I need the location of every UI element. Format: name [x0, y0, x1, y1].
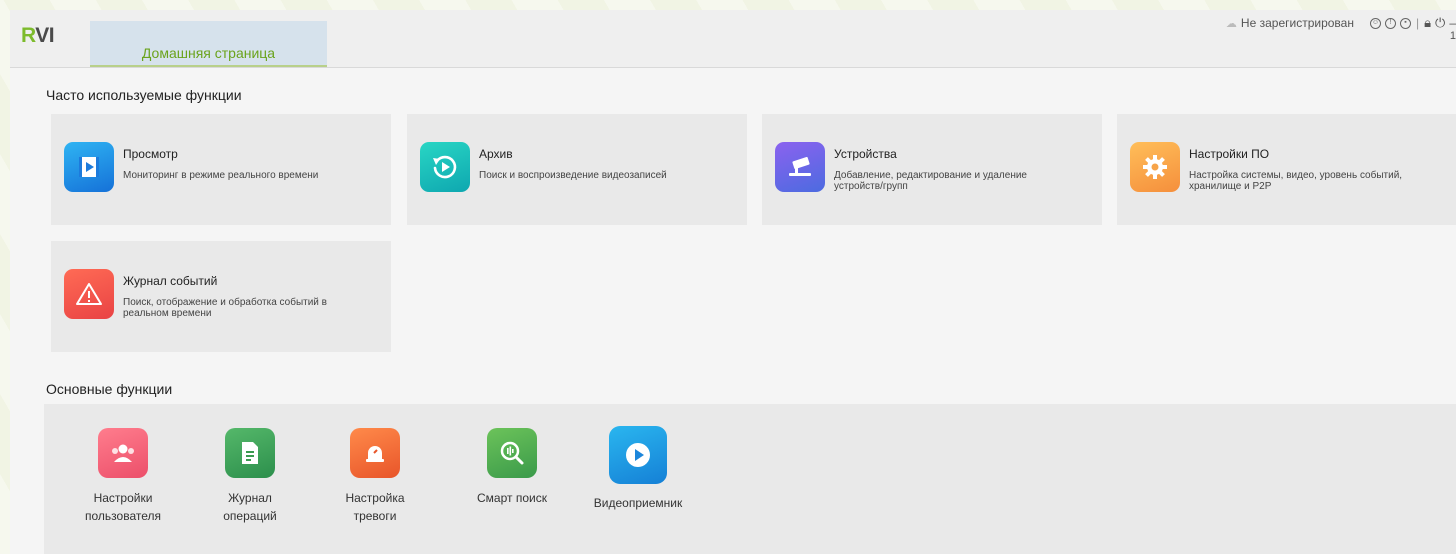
gear-icon: [1130, 142, 1180, 192]
divider: |: [1415, 16, 1420, 30]
app-window: RVI Домашняя страница ☁ Не зарегистриров…: [10, 10, 1456, 554]
tile-title: Устройства: [834, 147, 897, 161]
basic-item-label: Настройка тревоги: [345, 491, 405, 523]
tile-desc: Поиск и воспроизведение видеозаписей: [479, 170, 667, 181]
basic-item-label: Настройки пользователя: [85, 491, 161, 523]
basic-item-user-settings[interactable]: Настройки пользователя: [68, 428, 178, 525]
user-status[interactable]: Не зарегистрирован: [1241, 16, 1354, 30]
warning-icon: [64, 269, 114, 319]
tile-devices[interactable]: Устройства Добавление, редактирование и …: [762, 114, 1102, 225]
tile-title: Настройки ПО: [1189, 147, 1270, 161]
users-icon: [98, 428, 148, 478]
basic-item-label: Журнал операций: [223, 491, 277, 523]
basic-item-smart-search[interactable]: Смарт поиск: [457, 428, 567, 507]
power-icon[interactable]: ⏻: [1435, 15, 1445, 31]
smart-search-icon: [487, 428, 537, 478]
video-receiver-icon: [609, 426, 667, 484]
basic-item-alarm-settings[interactable]: Настройка тревоги: [320, 428, 430, 525]
tile-title: Просмотр: [123, 147, 178, 161]
basic-item-label: Видеоприемник: [593, 496, 683, 510]
tile-event-log[interactable]: Журнал событий Поиск, отображение и обра…: [51, 241, 391, 352]
tile-desc: Добавление, редактирование и удаление ус…: [834, 170, 1027, 192]
minimize-icon[interactable]: –: [1449, 16, 1456, 30]
live-view-icon: [64, 142, 114, 192]
tile-title: Архив: [479, 147, 513, 161]
basic-item-operation-log[interactable]: Журнал операций: [195, 428, 305, 525]
tile-playback[interactable]: Архив Поиск и воспроизведение видеозапис…: [407, 114, 747, 225]
basic-item-label: Смарт поиск: [477, 491, 547, 505]
tile-desc: Мониторинг в режиме реального времени: [123, 170, 319, 181]
section-title-basic: Основные функции: [46, 381, 173, 397]
tile-desc: Поиск, отображение и обработка событий в…: [123, 297, 327, 319]
tile-title: Журнал событий: [123, 274, 218, 288]
lock-icon[interactable]: 🔒︎: [1424, 15, 1431, 31]
tab-home-label: Домашняя страница: [141, 45, 276, 61]
alarm-icon: [350, 428, 400, 478]
tile-desc: Настройка системы, видео, уровень событи…: [1189, 170, 1403, 192]
user-icon[interactable]: ☺: [1369, 17, 1381, 29]
tile-live-view[interactable]: Просмотр Мониторинг в режиме реального в…: [51, 114, 391, 225]
basic-item-video-receiver[interactable]: Видеоприемник: [583, 426, 693, 512]
tab-home[interactable]: Домашняя страница: [90, 21, 327, 67]
top-toolbar: ☁ Не зарегистрирован ☺ ! ▪ | 🔒︎ ⏻ –: [1226, 15, 1456, 31]
header-bar: RVI Домашняя страница ☁ Не зарегистриров…: [10, 10, 1456, 68]
tile-software-settings[interactable]: Настройки ПО Настройка системы, видео, у…: [1117, 114, 1456, 225]
message-icon[interactable]: ▪: [1399, 17, 1411, 29]
logo: RVI: [21, 24, 55, 47]
clock: 1: [1449, 30, 1456, 42]
section-title-frequent: Часто используемые функции: [46, 87, 242, 103]
document-icon: [225, 428, 275, 478]
playback-icon: [420, 142, 470, 192]
info-icon[interactable]: !: [1384, 17, 1396, 29]
camera-device-icon: [775, 142, 825, 192]
basic-functions-panel: Настройки пользователя Журнал операций Нас…: [44, 404, 1456, 554]
cloud-icon: ☁: [1225, 17, 1237, 30]
